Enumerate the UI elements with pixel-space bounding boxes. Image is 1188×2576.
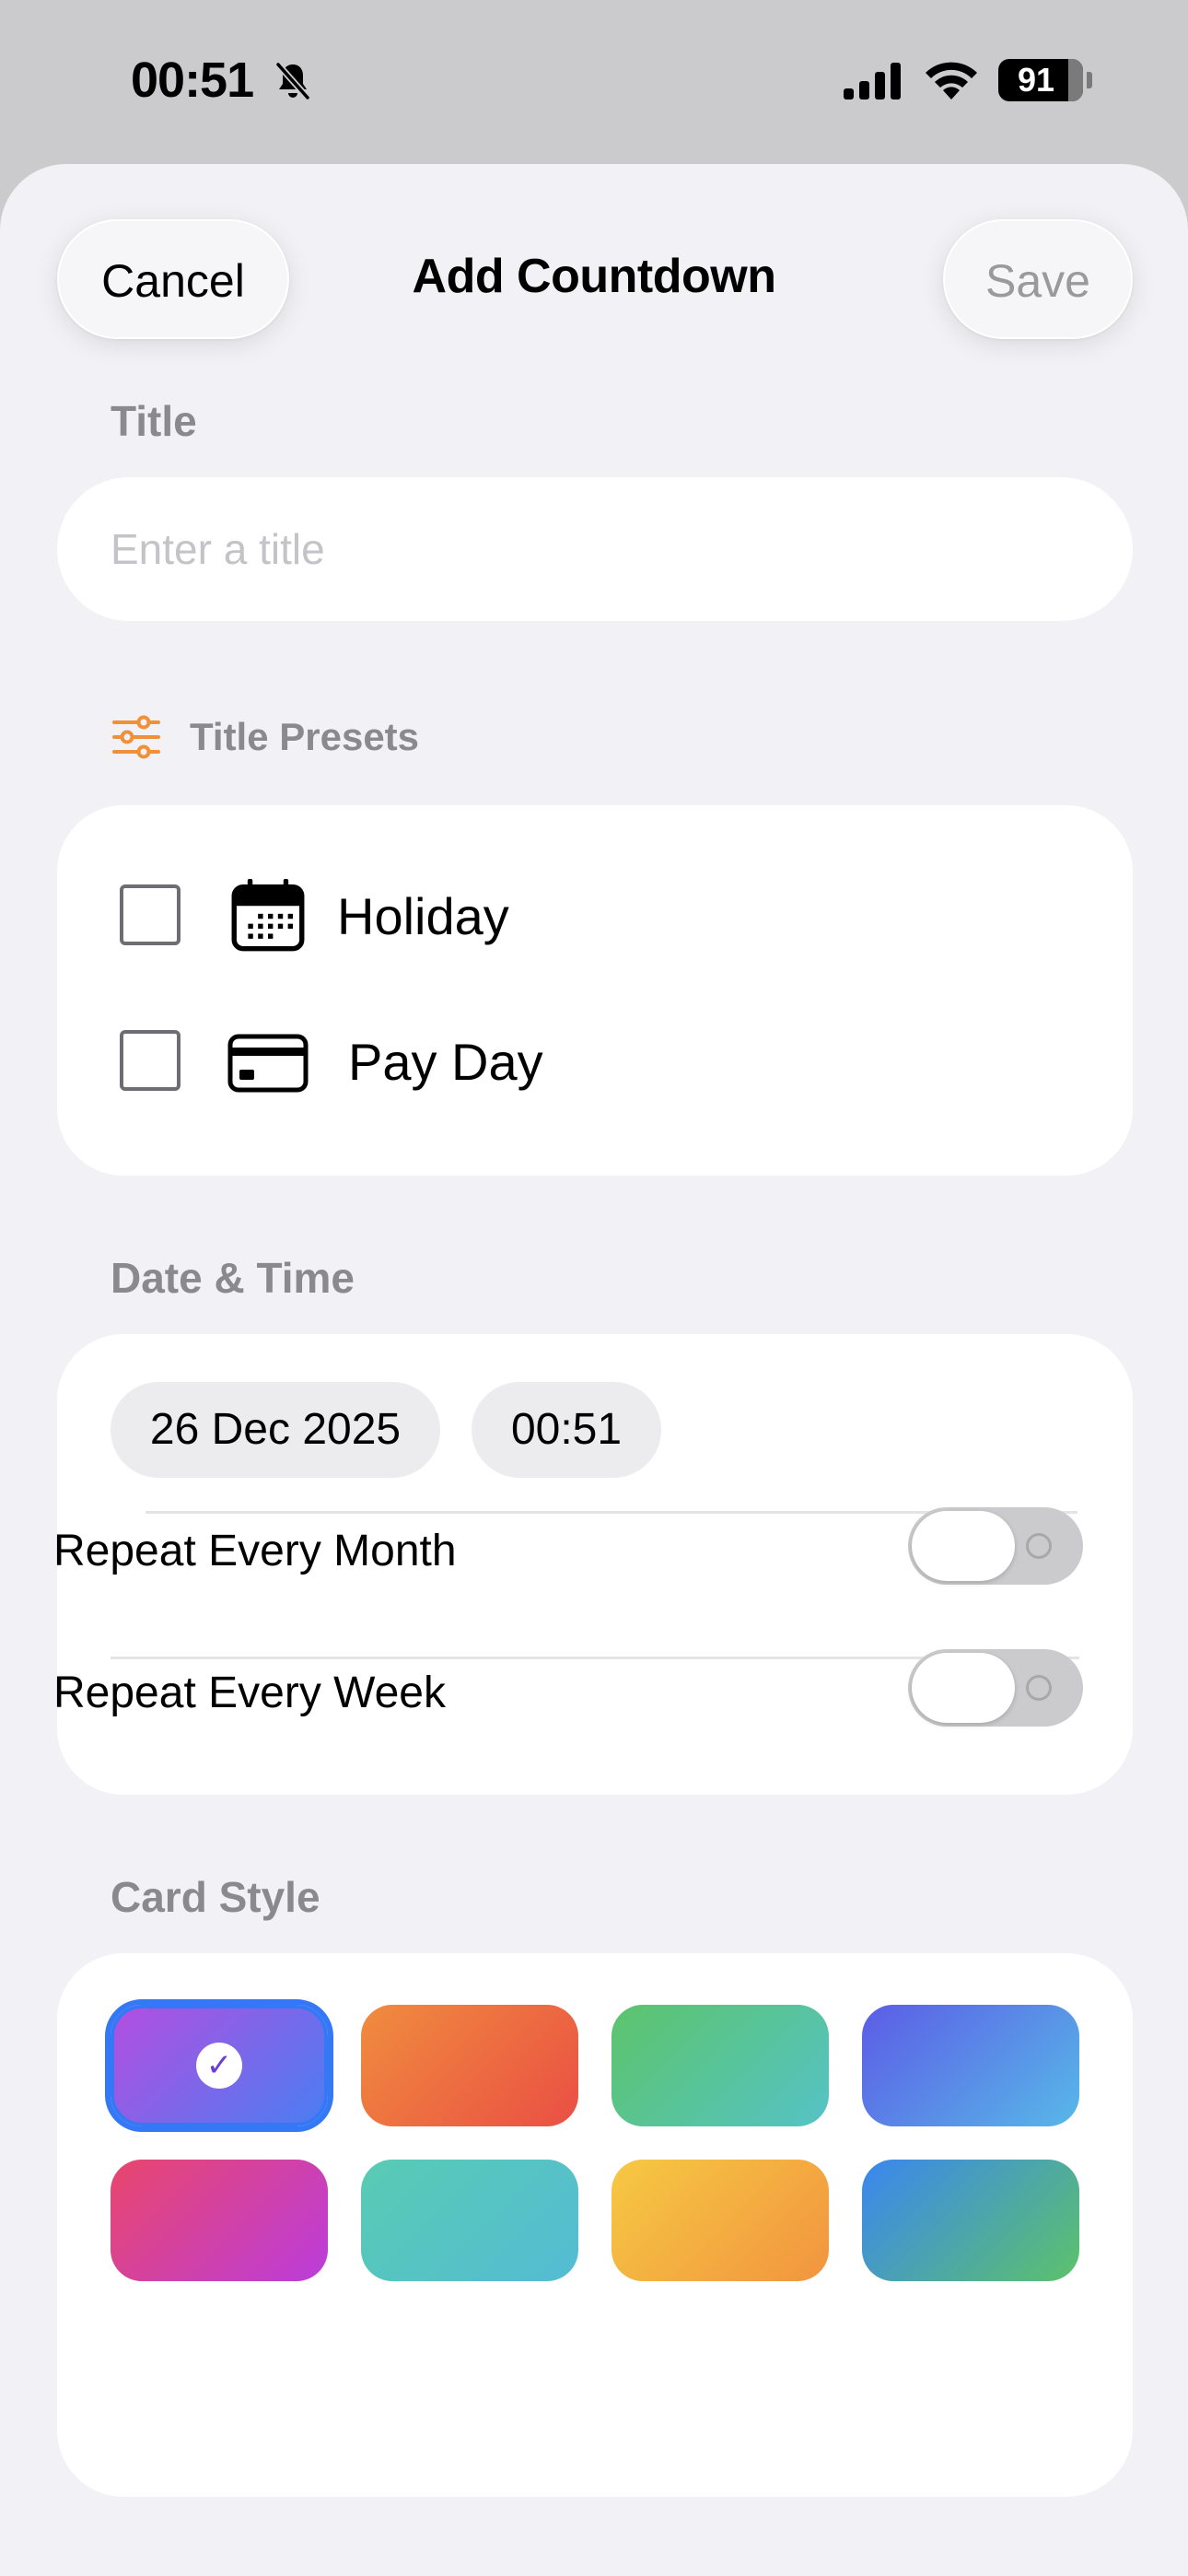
cellular-signal-icon [844, 63, 901, 100]
preset-row-pay-day[interactable]: Pay Day [57, 1006, 1133, 1117]
title-input[interactable] [57, 477, 1133, 621]
toggle-knob [912, 1511, 1015, 1581]
card-style-swatch[interactable] [862, 2160, 1079, 2281]
toggle-off-indicator [1026, 1675, 1052, 1701]
card-style-section-label: Card Style [111, 1873, 320, 1921]
toggle-label: Repeat Every Month [53, 1527, 457, 1575]
repeat-every-week-row: Repeat Every Week [53, 1633, 1083, 1752]
card-style-swatch[interactable] [111, 2160, 328, 2281]
toggle-label: Repeat Every Week [53, 1669, 446, 1717]
status-bar: 00:51 91 [0, 0, 1188, 164]
preset-label: Pay Day [348, 1033, 543, 1091]
calendar-icon [231, 879, 305, 952]
credit-card-icon [227, 1034, 309, 1093]
repeat-every-month-row: Repeat Every Month [53, 1491, 1083, 1610]
card-style-swatch[interactable] [361, 2005, 578, 2126]
title-presets-card: Holiday Pay Day [57, 805, 1133, 1176]
preset-checkbox[interactable] [120, 1030, 181, 1091]
card-style-swatch[interactable] [361, 2160, 578, 2281]
toggle-off-indicator [1026, 1533, 1052, 1559]
repeat-every-week-toggle[interactable] [908, 1649, 1083, 1727]
checkmark-icon: ✓ [196, 2043, 242, 2089]
battery-level: 91 [1017, 61, 1055, 99]
repeat-every-month-toggle[interactable] [908, 1507, 1083, 1585]
title-section-label: Title [111, 397, 197, 445]
wifi-icon [926, 62, 977, 100]
preset-row-holiday[interactable]: Holiday [57, 861, 1133, 971]
status-time: 00:51 [131, 53, 254, 108]
bell-slash-icon [275, 62, 310, 100]
toggle-knob [912, 1653, 1015, 1723]
card-style-swatch[interactable] [862, 2005, 1079, 2126]
add-countdown-sheet: Cancel Add Countdown Save Title Title Pr… [0, 164, 1188, 2576]
save-button[interactable]: Save [943, 219, 1133, 339]
date-time-section-label: Date & Time [111, 1254, 355, 1302]
battery-nub [1087, 72, 1092, 88]
title-presets-label: Title Presets [190, 715, 420, 758]
preset-label: Holiday [337, 887, 509, 945]
sliders-icon [112, 715, 160, 759]
date-picker-button[interactable]: 26 Dec 2025 [111, 1382, 440, 1478]
card-style-card: ✓ [57, 1953, 1133, 2497]
preset-checkbox[interactable] [120, 884, 181, 945]
card-style-swatch[interactable]: ✓ [105, 1999, 333, 2132]
battery-empty-portion [1068, 59, 1083, 101]
card-style-swatch[interactable] [611, 2005, 829, 2126]
card-style-swatch[interactable] [611, 2160, 829, 2281]
time-picker-button[interactable]: 00:51 [472, 1382, 661, 1478]
